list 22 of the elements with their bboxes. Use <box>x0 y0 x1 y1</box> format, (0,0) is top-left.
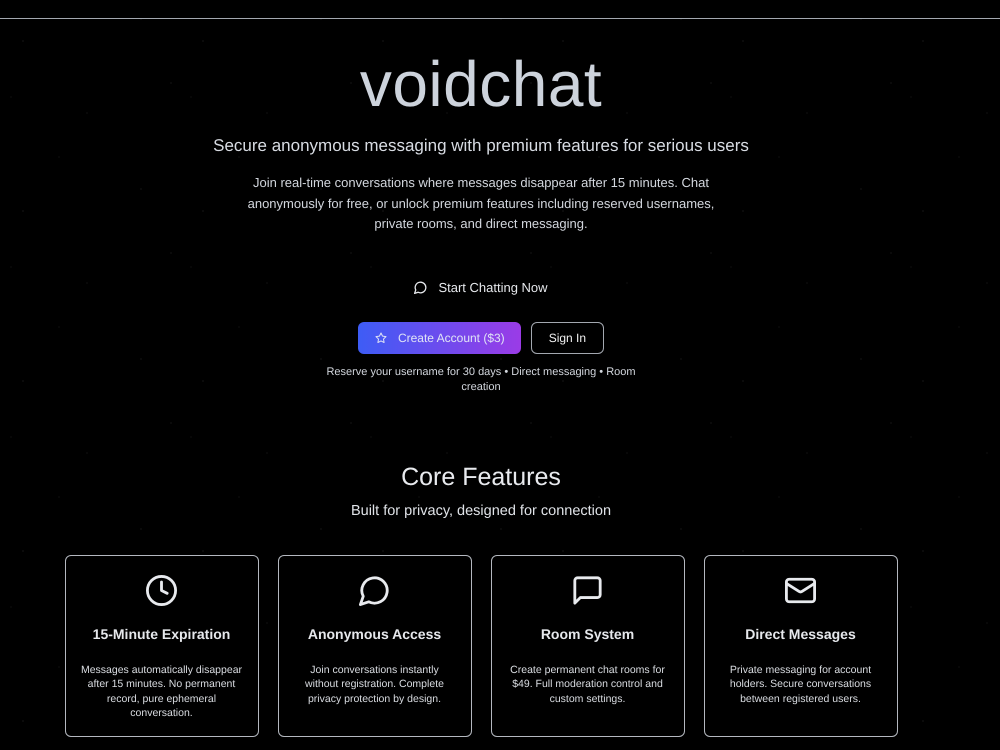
feature-description: Messages automatically disappear after 15 minutes. No permanent record, pure ephemeral conversation. <box>80 662 244 721</box>
feature-description: Create permanent chat rooms for $49. Full moderation control and custom settings. <box>509 662 666 706</box>
feature-description: Private messaging for account holders. Secure conversations between registered users. <box>728 662 872 706</box>
speech-bubble-icon <box>414 281 428 294</box>
feature-title: Room System <box>540 624 634 644</box>
account-perks-note: Reserve your username for 30 days • Direct messaging • Room creation <box>325 364 637 394</box>
feature-title: Direct Messages <box>745 624 856 644</box>
brand-title: voidchat <box>360 48 602 120</box>
tagline: Secure anonymous messaging with premium features for serious users <box>213 135 749 157</box>
section-title: Core Features <box>401 462 561 492</box>
sign-in-button[interactable]: Sign In <box>530 322 604 354</box>
feature-title: 15-Minute Expiration <box>92 624 230 644</box>
create-account-button[interactable]: Create Account ($3) <box>358 322 521 354</box>
start-chatting-button[interactable]: Start Chatting Now <box>402 272 560 304</box>
star-icon <box>374 332 387 344</box>
feature-title: Anonymous Access <box>308 624 442 644</box>
hero-description: Join real-time conversations where messages disappear after 15 minutes. Chat anonymously for free, or unlock premium features including reserved usernames, private rooms, and direct messaging. <box>246 174 716 233</box>
clock-icon <box>146 574 177 606</box>
section-subtitle: Built for privacy, designed for connection <box>350 502 612 520</box>
feature-description: Join conversations instantly without registration. Complete privacy protection by design. <box>304 662 445 706</box>
speech-bubble-icon <box>359 574 390 606</box>
square-speech-bubble-icon <box>572 574 603 606</box>
